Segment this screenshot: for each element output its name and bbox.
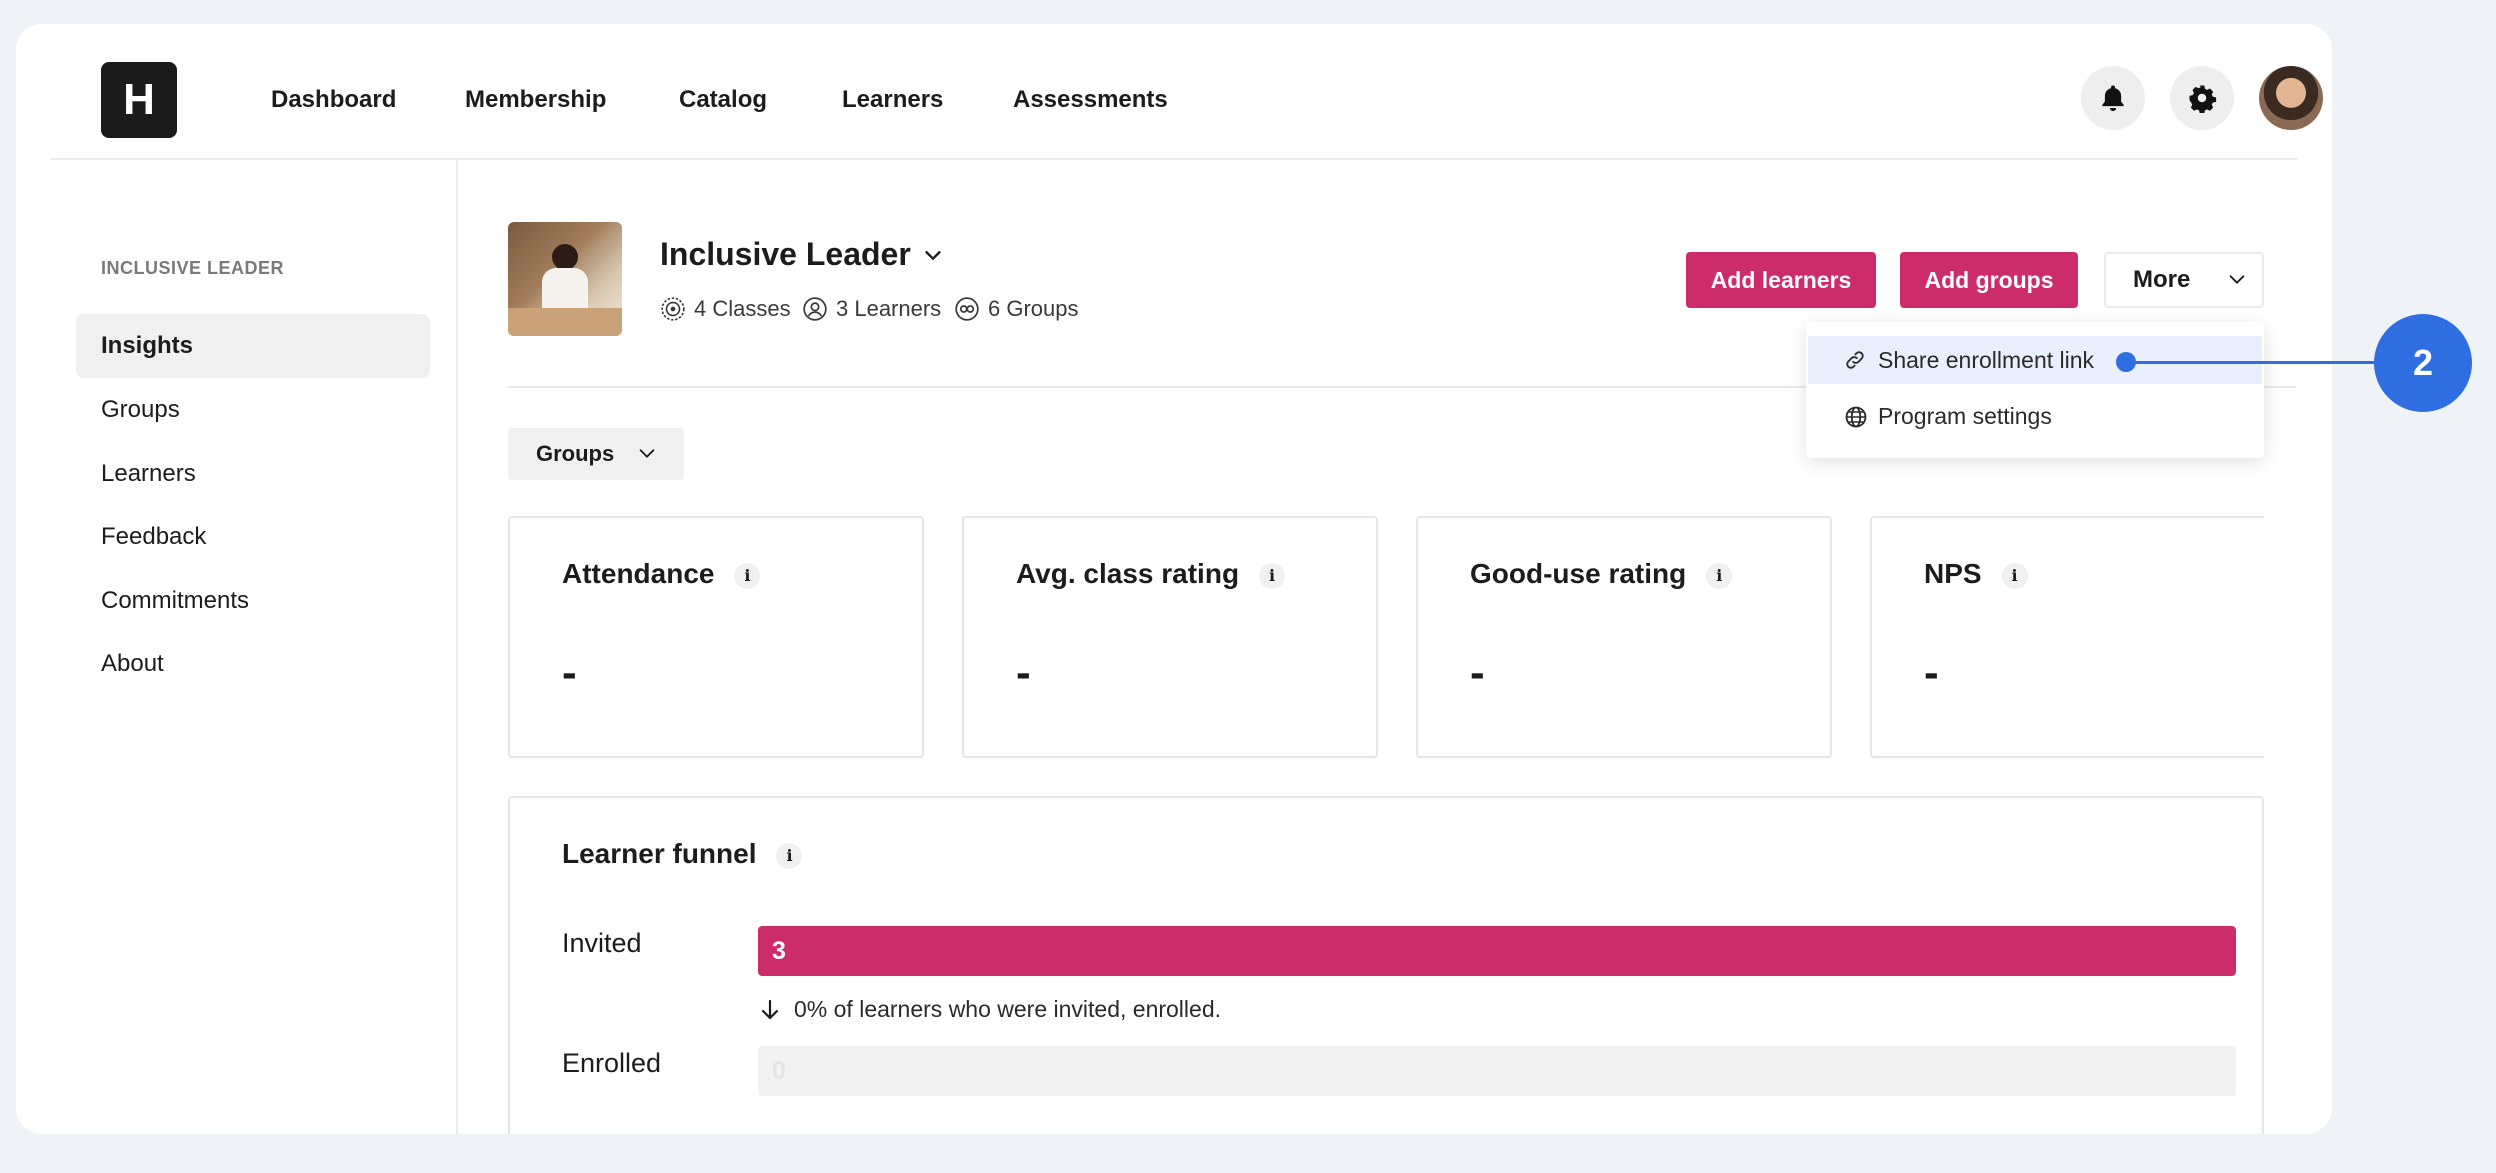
info-icon[interactable]: i	[776, 842, 803, 869]
conversion-text: 0% of learners who were invited, enrolle…	[794, 996, 1222, 1022]
metric-card-avg-class-rating: Avg. class rating i -	[962, 516, 1378, 758]
sidebar-item-insights[interactable]: Insights	[76, 314, 430, 378]
add-learners-button[interactable]: Add learners	[1686, 252, 1876, 308]
chevron-down-icon[interactable]	[922, 244, 944, 266]
top-navigation: H Dashboard Membership Catalog Learners …	[51, 24, 2323, 160]
classes-count: 4 Classes	[660, 296, 791, 322]
more-button-label: More	[2133, 266, 2191, 293]
metric-label: Good-use rating	[1470, 558, 1687, 589]
groups-count-label: 6 Groups	[988, 296, 1079, 321]
funnel-enrolled-label: Enrolled	[562, 1048, 662, 1078]
nav-assessments[interactable]: Assessments	[1013, 86, 1168, 114]
nav-learners[interactable]: Learners	[842, 86, 943, 114]
program-thumbnail	[508, 222, 622, 336]
nav-catalog[interactable]: Catalog	[679, 86, 767, 114]
nav-membership[interactable]: Membership	[465, 86, 606, 114]
metric-value: -	[562, 648, 577, 697]
metric-value: -	[1016, 648, 1031, 697]
info-icon[interactable]: i	[1706, 562, 1733, 589]
metric-card-good-use-rating: Good-use rating i -	[1416, 516, 1832, 758]
funnel-enrolled-bar: 0	[758, 1046, 2236, 1096]
more-dropdown-menu: Share enrollment link Program settings	[1806, 322, 2264, 458]
menu-item-program-settings[interactable]: Program settings	[1808, 392, 2262, 440]
groups-filter-dropdown[interactable]: Groups	[508, 428, 684, 480]
sidebar-item-groups[interactable]: Groups	[76, 378, 430, 442]
sidebar-item-about[interactable]: About	[76, 632, 430, 696]
menu-item-share-enrollment-link[interactable]: Share enrollment link	[1808, 336, 2262, 384]
annotation-connector	[2126, 361, 2376, 364]
learners-count-label: 3 Learners	[836, 296, 942, 321]
sidebar-item-feedback[interactable]: Feedback	[76, 505, 430, 569]
globe-icon	[1845, 406, 1867, 428]
metric-card-attendance: Attendance i -	[508, 516, 924, 758]
learners-count: 3 Learners	[802, 296, 941, 322]
chevron-down-icon	[639, 449, 655, 458]
metric-label: Attendance	[562, 558, 715, 589]
metric-value: -	[1924, 648, 1939, 697]
annotation-step-badge: 2	[2374, 314, 2472, 412]
sidebar: INCLUSIVE LEADER Insights Groups Learner…	[16, 160, 458, 1134]
gear-icon	[2189, 85, 2217, 113]
user-circle-icon	[803, 297, 827, 321]
avatar[interactable]	[2259, 66, 2323, 130]
arrow-down-icon	[761, 999, 779, 1019]
metrics-row: Attendance i - Avg. class rating i - Good-…	[508, 516, 2264, 758]
app-logo[interactable]: H	[101, 62, 177, 138]
app-window: H Dashboard Membership Catalog Learners …	[16, 24, 2332, 1134]
classes-count-label: 4 Classes	[694, 296, 791, 321]
funnel-invited-bar: 3	[758, 926, 2236, 976]
info-icon[interactable]: i	[734, 562, 761, 589]
annotation-anchor-dot	[2116, 352, 2136, 372]
funnel-invited-value: 3	[772, 937, 786, 965]
metric-label: NPS	[1924, 558, 1982, 589]
conversion-note: 0% of learners who were invited, enrolle…	[758, 996, 1221, 1023]
funnel-title: Learner funnel	[562, 838, 757, 869]
sidebar-section-title: INCLUSIVE LEADER	[101, 258, 285, 278]
metric-value: -	[1470, 648, 1485, 697]
menu-item-label: Program settings	[1878, 403, 2052, 429]
target-icon	[661, 297, 685, 321]
chevron-down-icon	[2229, 275, 2245, 284]
menu-item-label: Share enrollment link	[1878, 347, 2095, 373]
add-groups-button[interactable]: Add groups	[1900, 252, 2078, 308]
funnel-invited-fill	[758, 926, 2236, 976]
nav-dashboard[interactable]: Dashboard	[271, 86, 396, 114]
info-icon[interactable]: i	[2001, 562, 2028, 589]
groups-icon	[955, 297, 979, 321]
funnel-invited-label: Invited	[562, 928, 642, 958]
bell-icon	[2102, 85, 2124, 112]
sidebar-item-commitments[interactable]: Commitments	[76, 569, 430, 633]
metric-card-nps: NPS i -	[1870, 516, 2264, 758]
metric-label: Avg. class rating	[1016, 558, 1240, 589]
learner-funnel-card: Learner funnel i Invited 3 0% of learners…	[508, 796, 2264, 1134]
link-icon	[1846, 351, 1864, 369]
notifications-button[interactable]	[2081, 66, 2145, 130]
funnel-enrolled-value: 0	[772, 1057, 786, 1085]
more-button[interactable]: More	[2104, 252, 2264, 308]
program-title: Inclusive Leader	[660, 236, 911, 272]
settings-button[interactable]	[2170, 66, 2234, 130]
groups-count: 6 Groups	[954, 296, 1079, 322]
info-icon[interactable]: i	[1259, 562, 1286, 589]
sidebar-item-learners[interactable]: Learners	[76, 442, 430, 506]
groups-filter-label: Groups	[536, 441, 615, 466]
